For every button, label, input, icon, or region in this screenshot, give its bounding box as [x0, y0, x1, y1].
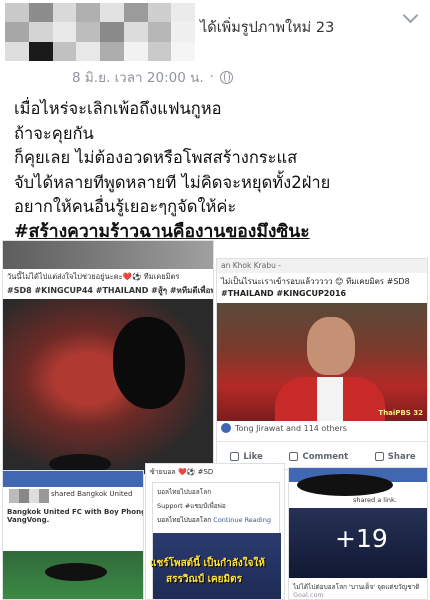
post-line: ถ้าจะคุยกัน: [14, 123, 94, 143]
thumbs-up-icon: [230, 452, 240, 461]
blurred-avatar: [9, 489, 49, 503]
post-line: จับได้หลายทีพูดหลายที ไม่คิดจะหยุดทั้ง2ฝ…: [14, 172, 331, 192]
blurred-header: [3, 241, 213, 269]
like-button[interactable]: Like: [230, 452, 263, 462]
card-caption: วันนี้ไม่ได้ไปแต่ส่งใจไปช่วยอยู่นะคะ❤️⚽ …: [7, 272, 180, 281]
post-preview: บอลไทยไปบอลโลก Continue Reading: [157, 516, 271, 524]
card-hashtags: #SD8 #KINGCUP44 #THAILAND #สู้ๆ #หทีมตีเ…: [7, 286, 214, 295]
more-photos-count[interactable]: +19: [335, 524, 388, 553]
card-caption: ซ้ายบอล ❤️⚽ #SD: [150, 468, 214, 476]
post-header: ได้เพิ่มรูปภาพใหม่ 23 8 มิ.ย. เวลา 20:00…: [0, 0, 430, 92]
card-hashtags: #THAILAND #KINGCUP2016: [221, 289, 347, 298]
card-caption: ไม่เป็นไรนะเราเข้ารอบแล้ววววว 😊 ทีมเคยมิ…: [221, 277, 410, 286]
post-date[interactable]: 8 มิ.ย. เวลา 20:00 น.: [72, 66, 204, 88]
post-line: อยากให้คนอื่นรู้เยอะๆกูจัดให้ค่ะ: [14, 197, 237, 216]
redacted-name: [297, 474, 393, 496]
screenshot-card-b3[interactable]: shared a link. +19 ไม่ได้ไปต่อบอลโลก 'บา…: [288, 467, 428, 600]
page-name: an Khok Krabu -: [217, 259, 427, 273]
globe-icon[interactable]: [219, 70, 233, 84]
broadcaster-logo: ThaiPBS 32: [378, 409, 423, 417]
reaction-summary[interactable]: Tong Jirawat and 114 others: [221, 423, 347, 433]
card-photo: [3, 299, 213, 474]
post-line: เมื่อไหร่จะเลิกเพ้อถึงแฟนกูหอ: [14, 99, 222, 118]
meta-separator: ·: [209, 69, 214, 85]
card-photo: [3, 551, 143, 599]
share-button[interactable]: Share: [374, 452, 416, 462]
hashtag-text: สร้างความร้าวฉานคืองานของมึงซินะ: [28, 221, 310, 242]
continue-reading-link[interactable]: Continue Reading: [213, 516, 271, 524]
screenshot-card-b1[interactable]: shared Bangkok United Bangkok United FC …: [2, 470, 144, 600]
shirt-stripe: [317, 377, 343, 421]
post-meta: 8 มิ.ย. เวลา 20:00 น. ·: [72, 66, 233, 88]
hashtag-prefix: #: [14, 221, 29, 242]
post-title: ได้เพิ่มรูปภาพใหม่ 23: [200, 20, 335, 36]
like-icon: [221, 423, 231, 433]
overlay-text: สรรวิณป์ เคยมิตร: [166, 574, 242, 585]
comment-button[interactable]: Comment: [289, 452, 348, 462]
comment-icon: [289, 452, 299, 461]
player-head: [307, 317, 355, 375]
shared-text: shared a link.: [353, 496, 397, 504]
overlay-text: แชร์โพสต์นี้ เป็นกำลังใจให้: [150, 558, 265, 569]
page-name: บอลไทยไปบอลโลก: [157, 488, 212, 496]
chevron-down-icon[interactable]: [402, 7, 419, 24]
support-text: Support #แชมป์เพื่อพ่อ: [157, 502, 226, 510]
photo-card-left[interactable]: วันนี้ไม่ได้ไปแต่ส่งใจไปช่วยอยู่นะคะ❤️⚽ …: [2, 240, 214, 475]
link-domain: Goal.com: [293, 591, 324, 599]
screenshot-card-b2[interactable]: ซ้ายบอล ❤️⚽ #SD บอลไทยไปบอลโลก Support #…: [145, 463, 285, 600]
blurred-profile-image: [5, 3, 195, 61]
blue-topbar: [3, 471, 143, 487]
likes-text: Tong Jirawat and 114 others: [235, 423, 347, 433]
redacted-face: [113, 317, 185, 409]
redacted-name: [45, 563, 107, 581]
post-author-tag: VangVong.: [7, 516, 50, 524]
post-line: ก็คุยเลย ไม่ต้องอวดหรือโพสสร้างกระแส: [14, 148, 298, 167]
post-text: เมื่อไหร่จะเลิกเพ้อถึงแฟนกูหอ ถ้าจะคุยกั…: [14, 97, 426, 244]
photo-card-right[interactable]: an Khok Krabu - ไม่เป็นไรนะเราเข้ารอบแล้…: [216, 258, 428, 470]
share-icon: [374, 452, 384, 461]
